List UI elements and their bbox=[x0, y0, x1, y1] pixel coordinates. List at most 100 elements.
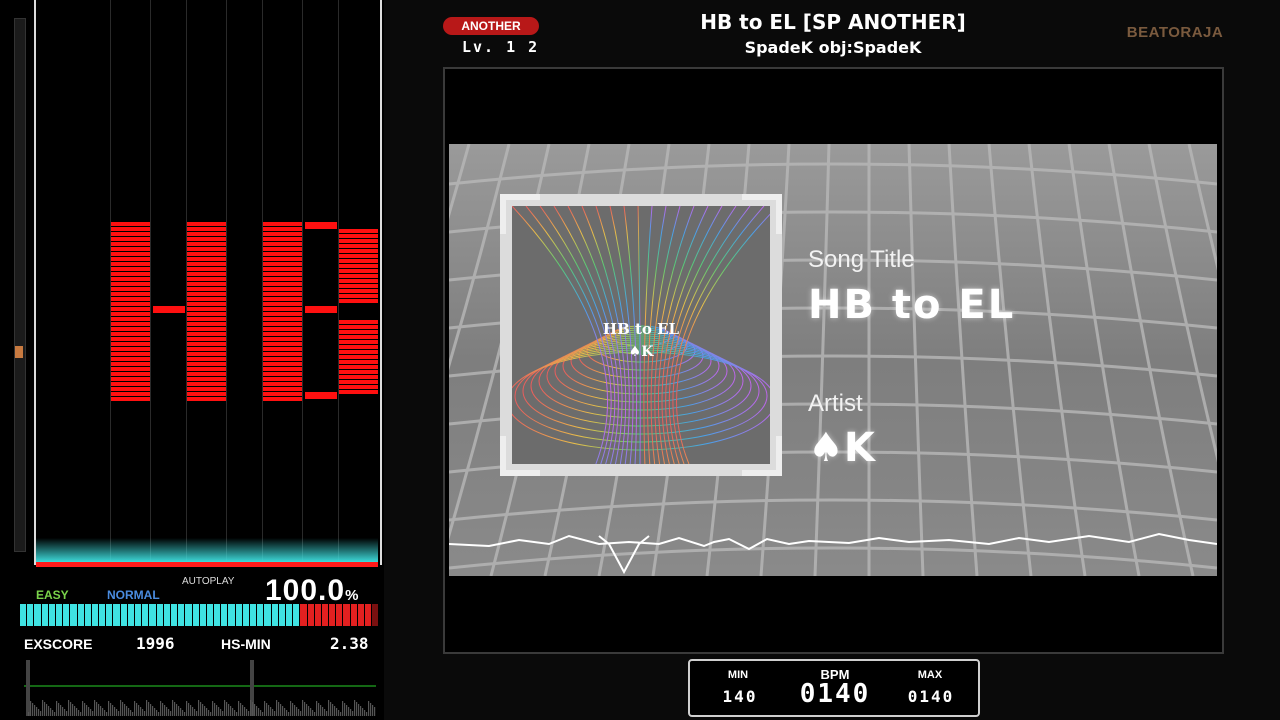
note bbox=[111, 297, 150, 301]
gauge-segment bbox=[135, 604, 142, 626]
graph-bar bbox=[218, 707, 220, 716]
judge-line bbox=[36, 562, 378, 567]
song-title-value: HB to EL bbox=[808, 282, 1016, 328]
graph-bar bbox=[82, 701, 84, 716]
note bbox=[111, 252, 150, 256]
gauge-segment bbox=[120, 604, 127, 626]
note bbox=[263, 327, 302, 331]
graph-bar bbox=[360, 706, 362, 716]
note bbox=[111, 307, 150, 311]
note bbox=[111, 277, 150, 281]
gauge-segment bbox=[70, 604, 77, 626]
graph-bar bbox=[40, 711, 42, 716]
note bbox=[187, 262, 226, 266]
graph-bar bbox=[314, 712, 316, 716]
graph-bar bbox=[204, 706, 206, 716]
graph-bar bbox=[78, 710, 80, 716]
graph-bar bbox=[346, 705, 348, 716]
graph-bar bbox=[80, 712, 82, 716]
note bbox=[305, 222, 337, 229]
note bbox=[111, 237, 150, 241]
gauge-segment bbox=[300, 604, 307, 626]
graph-bar bbox=[90, 709, 92, 716]
graph-bar bbox=[124, 704, 126, 716]
graph-bar bbox=[232, 708, 234, 716]
graph-bar bbox=[88, 707, 90, 716]
graph-bar bbox=[280, 704, 282, 716]
gauge-segment bbox=[206, 604, 214, 626]
graph-bar bbox=[46, 704, 48, 716]
graph-bar bbox=[168, 709, 170, 716]
graph-bar bbox=[64, 709, 66, 716]
note bbox=[111, 312, 150, 316]
graph-bar bbox=[194, 709, 196, 716]
note bbox=[263, 342, 302, 346]
graph-bar bbox=[50, 708, 52, 716]
graph-bar bbox=[54, 712, 56, 716]
gauge-segment bbox=[77, 604, 84, 626]
graph-bar bbox=[52, 710, 54, 716]
note bbox=[187, 292, 226, 296]
gauge-segment bbox=[27, 604, 34, 626]
graph-bar bbox=[278, 702, 280, 716]
graph-bar bbox=[56, 701, 58, 716]
note bbox=[263, 242, 302, 246]
gauge-segment bbox=[178, 604, 185, 626]
graph-bar bbox=[118, 711, 120, 716]
note bbox=[111, 367, 150, 371]
graph-bar bbox=[246, 709, 248, 716]
song-title-label: Song Title bbox=[808, 246, 915, 273]
note bbox=[263, 252, 302, 256]
graph-bar bbox=[258, 708, 260, 716]
graph-bar bbox=[126, 706, 128, 716]
graph-bar bbox=[270, 707, 272, 716]
bpm-current-value: 0140 bbox=[799, 679, 871, 709]
note bbox=[187, 392, 226, 396]
graph-bar bbox=[366, 712, 368, 716]
jacket-artist: ♠K bbox=[628, 344, 654, 360]
gauge-segment bbox=[314, 604, 321, 626]
song-title-header: HB to EL [SP ANOTHER] bbox=[700, 10, 966, 34]
note bbox=[111, 357, 150, 361]
graph-bar bbox=[136, 703, 138, 716]
gauge-segment bbox=[199, 604, 206, 626]
note bbox=[263, 357, 302, 361]
gauge-segment bbox=[343, 604, 350, 626]
graph-bar bbox=[286, 710, 288, 716]
brand-logo: BEATORAJA bbox=[1126, 24, 1224, 41]
note bbox=[339, 390, 378, 394]
graph-bar bbox=[166, 707, 168, 716]
artist-letter: K bbox=[843, 425, 875, 471]
note bbox=[339, 325, 378, 329]
graph-bar bbox=[294, 705, 296, 716]
graph-bar bbox=[250, 700, 252, 716]
graph-bar bbox=[156, 710, 158, 716]
note-lanes bbox=[34, 0, 382, 565]
graph-bar bbox=[202, 704, 204, 716]
gauge-segment bbox=[127, 604, 134, 626]
note bbox=[263, 362, 302, 366]
graph-bar bbox=[86, 705, 88, 716]
graph-bar bbox=[266, 703, 268, 716]
gauge-segment bbox=[228, 604, 235, 626]
graph-bar bbox=[316, 701, 318, 716]
note bbox=[263, 222, 302, 226]
graph-bar bbox=[340, 712, 342, 716]
graph-bar bbox=[192, 707, 194, 716]
note bbox=[339, 320, 378, 324]
note bbox=[263, 377, 302, 381]
gauge-segment bbox=[163, 604, 170, 626]
note bbox=[111, 337, 150, 341]
graph-bar bbox=[374, 707, 376, 716]
graph-bar bbox=[132, 712, 134, 716]
graph-bar bbox=[108, 701, 110, 716]
note bbox=[187, 287, 226, 291]
graph-bar bbox=[262, 712, 264, 716]
graph-bar bbox=[304, 702, 306, 716]
graph-bar bbox=[242, 705, 244, 716]
graph-bar bbox=[298, 709, 300, 716]
gauge-segment bbox=[357, 604, 364, 626]
autoplay-label: AUTOPLAY bbox=[182, 576, 235, 587]
graph-bar bbox=[198, 700, 200, 716]
graph-bar bbox=[44, 702, 46, 716]
